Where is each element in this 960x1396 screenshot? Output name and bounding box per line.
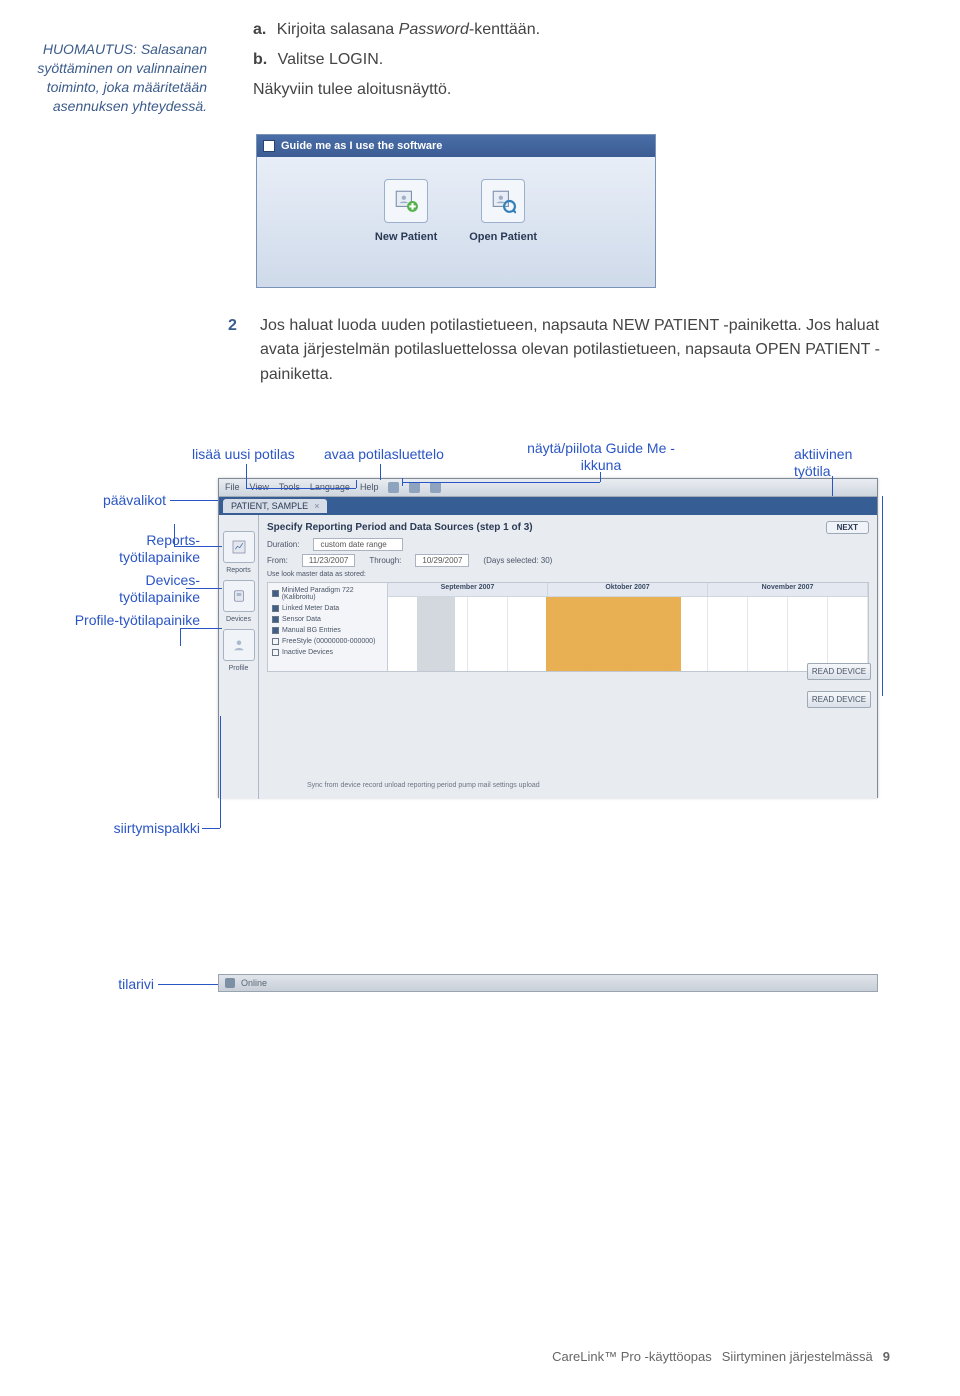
new-patient-icon: [384, 179, 428, 223]
calendar-grid: September 2007 Oktober 2007 November 200…: [388, 583, 868, 671]
workspace-sidebar: Reports Devices Profile: [219, 515, 259, 799]
tab-bar: PATIENT, SAMPLE ×: [219, 497, 877, 515]
source-label: Manual BG Entries: [282, 627, 341, 634]
guide-me-toggle-icon[interactable]: [430, 482, 441, 493]
source-checkbox[interactable]: [272, 627, 279, 634]
annotation-add-patient: lisää uusi potilas: [192, 446, 295, 463]
patient-tab[interactable]: PATIENT, SAMPLE ×: [223, 499, 327, 513]
step-b-label: b.: [253, 51, 267, 68]
annotation-main-menus: päävalikot: [70, 492, 166, 509]
duration-select[interactable]: custom date range: [313, 538, 403, 551]
step-heading: Specify Reporting Period and Data Source…: [267, 522, 533, 533]
footer-page-number: 9: [883, 1349, 890, 1364]
read-device-button-1[interactable]: READ DEVICE: [807, 663, 871, 680]
source-checkbox[interactable]: [272, 638, 279, 645]
annotation-status-row: tilarivi: [84, 976, 154, 993]
step-2-number: 2: [228, 314, 244, 388]
close-tab-icon[interactable]: ×: [314, 501, 319, 511]
step-2-text: Jos haluat luoda uuden potilastietueen, …: [260, 314, 890, 388]
annotation-devices-button: Devices-työtilapainike: [70, 572, 200, 606]
status-text: Online: [241, 978, 267, 988]
annotation-profile-button: Profile-työtilapainike: [70, 612, 200, 629]
list-tip: Use look master data as stored:: [267, 571, 869, 578]
menu-help[interactable]: Help: [360, 482, 379, 492]
page-footer: CareLink™ Pro -käyttöopas Siirtyminen jä…: [552, 1349, 890, 1364]
step-a-line: a. Kirjoita salasana Password-kenttään.: [253, 18, 890, 42]
month-header: Oktober 2007: [548, 583, 708, 597]
start-screen-figure: Guide me as I use the software New Patie…: [256, 134, 656, 288]
annotation-nav-bar: siirtymispalkki: [70, 820, 200, 837]
open-patient-icon: [481, 179, 525, 223]
duration-label: Duration:: [267, 540, 299, 549]
footer-section: Siirtyminen järjestelmässä: [722, 1349, 873, 1364]
step-a-label: a.: [253, 21, 266, 38]
devices-label: Devices: [219, 616, 258, 623]
step-a-text2: -kenttään.: [469, 21, 540, 38]
profile-label: Profile: [219, 665, 258, 672]
footnote-options: Sync from device record unload reporting…: [307, 782, 540, 789]
source-checkbox[interactable]: [272, 590, 279, 597]
through-date-field[interactable]: 10/29/2007: [415, 554, 469, 567]
workspace-content: Specify Reporting Period and Data Source…: [259, 515, 877, 799]
annotation-reports-button: Reports-työtilapainike: [70, 532, 200, 566]
guide-me-checkbox[interactable]: [263, 140, 275, 152]
from-label: From:: [267, 556, 288, 565]
month-header: November 2007: [708, 583, 868, 597]
install-note: HUOMAUTUS: Salasanan syöttäminen on vali…: [32, 40, 207, 116]
profile-workspace-button[interactable]: [223, 629, 255, 661]
read-device-button-2[interactable]: READ DEVICE: [807, 691, 871, 708]
app-window: File View Tools Language Help PATIENT, S…: [218, 478, 878, 798]
annotation-guide-me: näytä/piilota Guide Me -ikkuna: [526, 440, 676, 474]
reports-workspace-button[interactable]: [223, 531, 255, 563]
source-label: Inactive Devices: [282, 649, 333, 656]
source-label: Linked Meter Data: [282, 605, 339, 612]
new-patient-label: New Patient: [375, 231, 437, 243]
annotated-figure: lisää uusi potilas avaa potilasluettelo …: [70, 424, 890, 1064]
source-label: FreeStyle (00000000-000000): [282, 638, 375, 645]
data-sources-list: MiniMed Paradigm 722 (Kalibroitu) Linked…: [268, 583, 388, 671]
new-patient-button[interactable]: New Patient: [375, 179, 437, 243]
status-icon: [225, 978, 235, 988]
source-label: MiniMed Paradigm 722 (Kalibroitu): [282, 587, 383, 601]
add-patient-icon[interactable]: [388, 482, 399, 493]
step-b-text: Valitse LOGIN.: [278, 51, 384, 68]
step-a-text1: Kirjoita salasana: [277, 21, 399, 38]
annotation-active-workspace: aktiivinen työtila: [794, 446, 884, 480]
footer-guide-title: CareLink™ Pro -käyttöopas: [552, 1349, 712, 1364]
step-b-line: b. Valitse LOGIN.: [253, 48, 890, 72]
password-field-name: Password: [399, 21, 469, 38]
patient-tab-label: PATIENT, SAMPLE: [231, 501, 308, 511]
month-header: September 2007: [388, 583, 548, 597]
status-bar: Online: [218, 974, 878, 992]
devices-workspace-button[interactable]: [223, 580, 255, 612]
step-b-result: Näkyviin tulee aloitusnäyttö.: [253, 78, 890, 102]
from-date-field[interactable]: 11/23/2007: [302, 554, 355, 567]
guide-me-bar: Guide me as I use the software: [257, 135, 655, 157]
menu-file[interactable]: File: [225, 482, 240, 492]
source-checkbox[interactable]: [272, 649, 279, 656]
open-patient-button[interactable]: Open Patient: [469, 179, 537, 243]
step-2-paragraph: 2 Jos haluat luoda uuden potilastietueen…: [228, 314, 890, 388]
next-button[interactable]: NEXT: [826, 521, 869, 534]
open-patient-label: Open Patient: [469, 231, 537, 243]
source-label: Sensor Data: [282, 616, 321, 623]
days-selected: (Days selected: 30): [483, 556, 552, 565]
source-checkbox[interactable]: [272, 616, 279, 623]
annotation-open-list: avaa potilasluettelo: [324, 446, 444, 463]
reports-label: Reports: [219, 567, 258, 574]
through-label: Through:: [369, 556, 401, 565]
guide-me-label: Guide me as I use the software: [281, 140, 442, 152]
open-list-icon[interactable]: [409, 482, 420, 493]
source-checkbox[interactable]: [272, 605, 279, 612]
